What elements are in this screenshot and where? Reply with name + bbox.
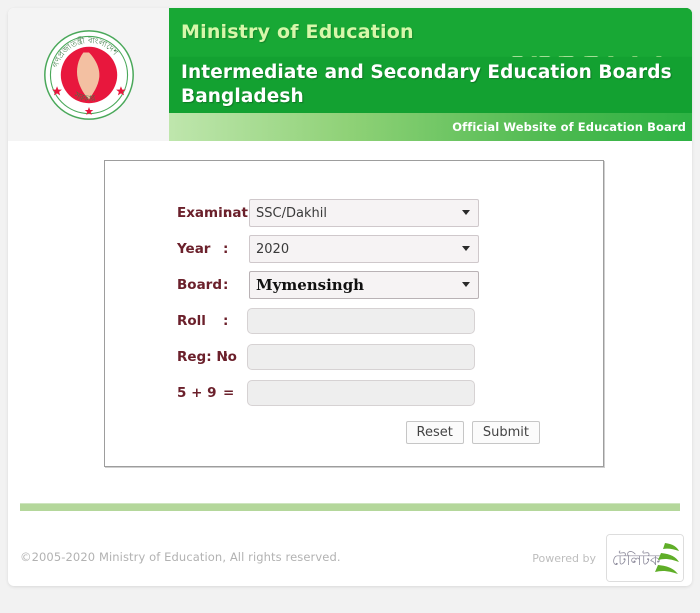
separator-board: :: [223, 277, 229, 293]
powered-by-label: Powered by: [532, 552, 596, 565]
main-title-line1: Intermediate and Secondary Education Boa…: [181, 62, 672, 83]
form-rows: Examination : SSC/Dakhil Year : 2020 Boa…: [105, 195, 603, 444]
separator-roll: :: [223, 313, 229, 329]
main-title-block: Intermediate and Secondary Education Boa…: [169, 57, 692, 113]
label-examination: Examination: [177, 205, 272, 221]
label-year: Year: [177, 241, 211, 257]
form-row-year: Year : 2020: [105, 231, 603, 267]
year-select[interactable]: 2020: [249, 235, 479, 263]
separator-year: :: [223, 241, 229, 257]
examination-select[interactable]: SSC/Dakhil: [249, 199, 479, 227]
label-registration: Reg: No: [177, 349, 237, 365]
captcha-input[interactable]: [247, 380, 475, 406]
subtitle-text: Official Website of Education Board: [452, 120, 686, 134]
main-card: গণপ্রজাতন্ত্রী বাংলাদেশ সরকার Ministry o…: [8, 8, 692, 586]
government-seal-logo: গণপ্রজাতন্ত্রী বাংলাদেশ সরকার: [8, 8, 169, 141]
site-header: গণপ্রজাতন্ত্রী বাংলাদেশ সরকার Ministry o…: [8, 8, 692, 141]
footer-divider: [20, 503, 680, 511]
teletalk-logo[interactable]: টেলিটক: [606, 534, 684, 582]
header-banner: Ministry of Education Intermediate and S…: [169, 8, 692, 141]
form-row-board: Board : Mymensingh: [105, 267, 603, 303]
submit-button[interactable]: Submit: [471, 421, 540, 444]
page-root: গণপ্রজাতন্ত্রী বাংলাদেশ সরকার Ministry o…: [0, 0, 700, 613]
result-search-form: Examination : SSC/Dakhil Year : 2020 Boa…: [104, 160, 604, 467]
form-row-roll: Roll :: [105, 303, 603, 339]
separator-registration: :: [223, 349, 229, 365]
form-actions: Reset Submit: [105, 421, 603, 444]
label-captcha-question: 5 + 9: [177, 385, 217, 401]
roll-input[interactable]: [247, 308, 475, 334]
ministry-title: Ministry of Education: [181, 21, 414, 43]
label-roll: Roll: [177, 313, 206, 329]
form-row-examination: Examination : SSC/Dakhil: [105, 195, 603, 231]
teletalk-bengali-text: টেলিটক: [612, 551, 661, 569]
main-title-line2: Bangladesh: [181, 86, 304, 107]
registration-input[interactable]: [247, 344, 475, 370]
form-row-registration: Reg: No :: [105, 339, 603, 375]
reset-button[interactable]: Reset: [405, 421, 464, 444]
board-select[interactable]: Mymensingh: [249, 271, 479, 299]
separator-captcha: =: [223, 385, 235, 401]
ministry-title-bar: Ministry of Education: [169, 8, 692, 56]
separator-examination: :: [223, 205, 229, 221]
label-board: Board: [177, 277, 222, 293]
subtitle-bar: Official Website of Education Board: [169, 113, 692, 141]
teletalk-logo-icon: টেলিটক: [607, 535, 683, 581]
form-row-captcha: 5 + 9 =: [105, 375, 603, 411]
bangladesh-government-seal-icon: গণপ্রজাতন্ত্রী বাংলাদেশ সরকার: [43, 29, 134, 120]
site-footer: ©2005-2020 Ministry of Education, All ri…: [8, 518, 692, 586]
copyright-text: ©2005-2020 Ministry of Education, All ri…: [20, 550, 341, 564]
